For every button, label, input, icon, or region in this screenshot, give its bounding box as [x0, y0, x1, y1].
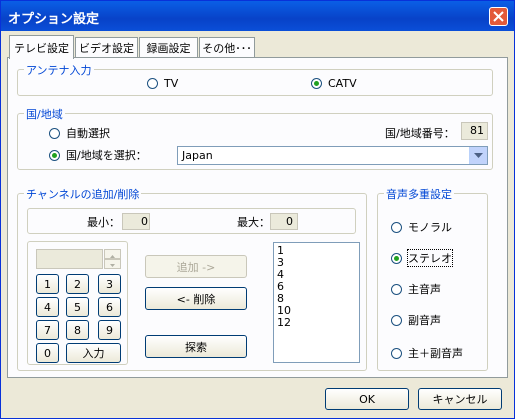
keypad-7-button[interactable]: 7: [36, 320, 59, 340]
min-field: 0: [122, 213, 150, 230]
max-field: 0: [270, 213, 298, 230]
radio-label: モノラル: [408, 221, 452, 234]
tab-tv-settings[interactable]: テレビ設定: [9, 35, 74, 59]
audio-sub-radio[interactable]: 副音声: [391, 312, 441, 328]
keypad-8-button[interactable]: 8: [66, 320, 89, 340]
tab-label: ビデオ設定: [79, 41, 134, 55]
region-manual-radio[interactable]: 国/地域を選択：: [49, 147, 147, 163]
radio-label: 自動選択: [66, 127, 110, 140]
keypad-6-button[interactable]: 6: [98, 297, 121, 317]
tab-other[interactable]: その他･･･: [199, 37, 255, 57]
tab-label: 録画設定: [146, 41, 191, 55]
tab-video-settings[interactable]: ビデオ設定: [75, 37, 138, 57]
keypad-5-button[interactable]: 5: [66, 297, 89, 317]
audio-stereo-radio[interactable]: ステレオ: [391, 249, 453, 267]
list-item[interactable]: 1: [277, 245, 356, 257]
region-number-label: 国/地域番号：: [385, 127, 455, 140]
channel-group-title: チャンネルの追加/削除: [24, 186, 142, 202]
country-select-value: Japan: [182, 149, 213, 162]
region-group-title: 国/地域: [24, 106, 65, 122]
audio-mono-radio[interactable]: モノラル: [391, 219, 452, 235]
radio-dot: [391, 283, 402, 295]
antenna-catv-radio[interactable]: CATV: [311, 77, 357, 90]
channel-range-box: [27, 208, 356, 234]
tab-label: テレビ設定: [14, 41, 69, 55]
spin-down-button[interactable]: [104, 259, 121, 269]
keypad-2-button[interactable]: 2: [66, 274, 89, 294]
audio-main-sub-radio[interactable]: 主＋副音声: [391, 345, 463, 361]
keypad-9-button[interactable]: 9: [98, 320, 121, 340]
antenna-group: アンテナ入力: [17, 62, 493, 96]
add-channel-button[interactable]: 追加 ->: [145, 255, 247, 278]
chevron-down-icon: [474, 152, 483, 158]
radio-dot: [391, 347, 402, 359]
spin-down-icon: [110, 264, 115, 267]
channel-number-field: [36, 249, 103, 269]
radio-label: 副音声: [408, 314, 441, 327]
close-icon: [493, 11, 504, 22]
keypad-enter-button[interactable]: 入力: [66, 343, 121, 363]
keypad-1-button[interactable]: 1: [36, 274, 59, 294]
window-title: オプション設定: [8, 12, 100, 27]
country-select[interactable]: Japan: [177, 146, 488, 165]
keypad-3-button[interactable]: 3: [98, 274, 121, 294]
radio-label: TV: [164, 77, 179, 90]
radio-label: ステレオ: [407, 249, 453, 267]
region-number-field: 81: [461, 122, 488, 140]
max-label: 最大：: [237, 216, 270, 229]
list-item[interactable]: 6: [277, 281, 356, 293]
radio-dot: [391, 314, 402, 326]
radio-label: 国/地域を選択：: [66, 149, 147, 162]
audio-group-title: 音声多重設定: [384, 186, 454, 202]
radio-dot: [391, 221, 402, 233]
cancel-button[interactable]: キャンセル: [418, 388, 502, 410]
spin-up-button[interactable]: [104, 249, 121, 259]
tab-label: その他･･･: [202, 41, 252, 55]
audio-main-radio[interactable]: 主音声: [391, 281, 441, 297]
radio-dot: [49, 149, 60, 161]
dropdown-button[interactable]: [469, 147, 487, 164]
list-item[interactable]: 12: [277, 317, 356, 329]
keypad-0-button[interactable]: 0: [36, 343, 59, 363]
ok-button[interactable]: OK: [325, 388, 409, 410]
channel-list[interactable]: 1 3 4 6 8 10 12: [273, 242, 360, 363]
close-button[interactable]: [489, 7, 508, 26]
radio-dot: [391, 252, 402, 264]
options-dialog: オプション設定 テレビ設定 ビデオ設定 録画設定 その他･･･ アンテナ入力 T…: [0, 0, 515, 419]
keypad-4-button[interactable]: 4: [36, 297, 59, 317]
remove-channel-button[interactable]: <- 削除: [145, 287, 247, 310]
antenna-tv-radio[interactable]: TV: [147, 77, 178, 90]
min-label: 最小：: [87, 216, 120, 229]
antenna-group-title: アンテナ入力: [24, 62, 94, 78]
radio-label: CATV: [328, 77, 357, 90]
region-auto-radio[interactable]: 自動選択: [49, 125, 110, 141]
radio-label: 主＋副音声: [408, 347, 463, 360]
radio-label: 主音声: [408, 283, 441, 296]
list-item[interactable]: 3: [277, 257, 356, 269]
search-channel-button[interactable]: 探索: [145, 335, 247, 358]
radio-dot: [147, 78, 158, 89]
title-bar: オプション設定: [1, 1, 514, 31]
radio-dot: [49, 127, 60, 139]
radio-dot: [311, 78, 322, 89]
list-item[interactable]: 4: [277, 269, 356, 281]
tab-record-settings[interactable]: 録画設定: [139, 37, 198, 57]
